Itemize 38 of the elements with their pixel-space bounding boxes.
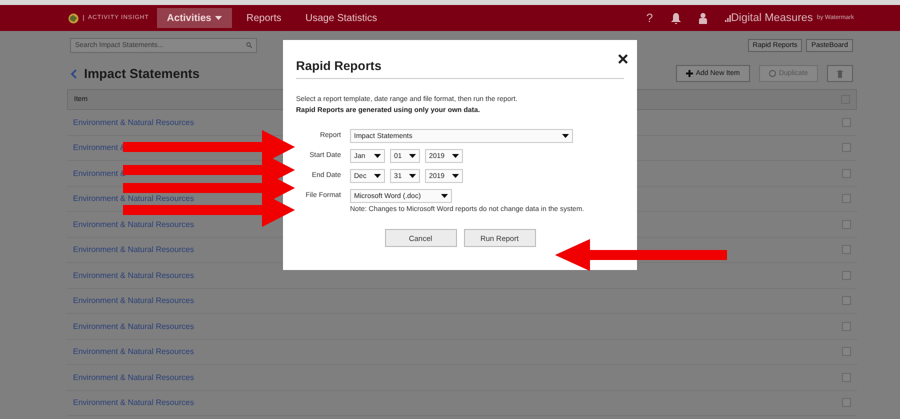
- help-link[interactable]: ?: [646, 11, 653, 25]
- row-checkbox[interactable]: [842, 398, 851, 408]
- caret-icon: [374, 174, 381, 178]
- copy-icon: [768, 70, 776, 77]
- caret-icon: [452, 154, 459, 158]
- nav-tab[interactable]: Reports: [236, 8, 292, 28]
- caret-icon: [452, 174, 459, 178]
- delete-button[interactable]: [827, 65, 853, 82]
- search-icon: [246, 42, 252, 48]
- vendor-name: Digital Measures: [730, 12, 813, 24]
- nav-tab[interactable]: Usage Statistics: [295, 8, 388, 28]
- back-icon[interactable]: [71, 68, 77, 78]
- caret-icon: [409, 154, 416, 158]
- row-checkbox[interactable]: [842, 347, 851, 356]
- row-checkbox[interactable]: [842, 220, 851, 229]
- caret-icon: [562, 134, 569, 138]
- row-checkbox[interactable]: [842, 143, 851, 152]
- plus-icon: [686, 70, 693, 77]
- row-checkbox[interactable]: [842, 372, 851, 382]
- row-checkbox[interactable]: [842, 194, 851, 204]
- bars-icon: [724, 14, 731, 22]
- user-icon[interactable]: [698, 12, 707, 24]
- row-checkbox[interactable]: [842, 118, 851, 127]
- caret-icon: [409, 174, 416, 178]
- caret-icon: [374, 154, 381, 158]
- bell-icon[interactable]: [670, 12, 681, 24]
- row-checkbox[interactable]: [842, 168, 851, 178]
- row-checkbox[interactable]: [842, 270, 851, 280]
- row-checkbox[interactable]: [842, 245, 851, 254]
- trash-icon: [837, 70, 843, 78]
- dialog-title: Rapid Reports: [296, 59, 382, 73]
- row-checkbox[interactable]: [842, 296, 851, 306]
- close-icon[interactable]: [618, 54, 628, 64]
- row-checkbox[interactable]: [842, 322, 851, 331]
- nav-tab[interactable]: Activities: [156, 8, 232, 28]
- caret-icon: [441, 194, 448, 198]
- logo-icon: [68, 12, 79, 24]
- page-title: Impact Statements: [84, 66, 200, 81]
